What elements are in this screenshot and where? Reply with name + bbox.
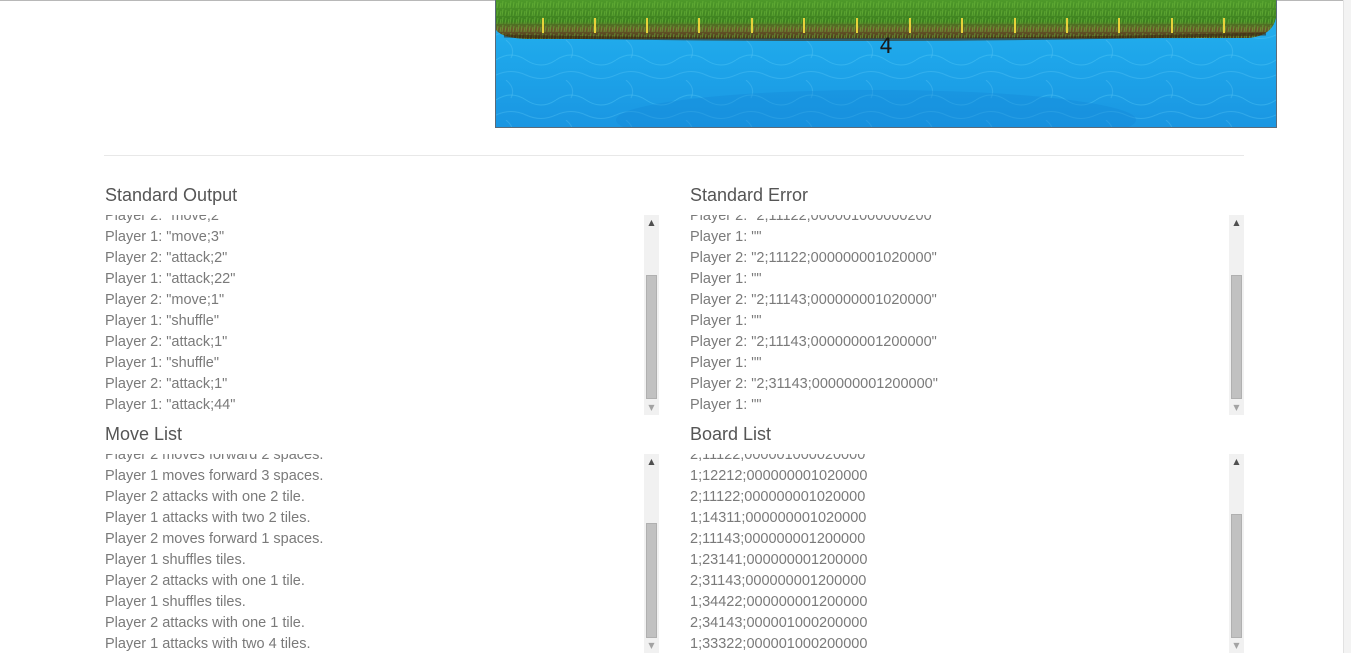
scroll-down-icon[interactable]: ▼ <box>1229 400 1244 415</box>
board-list-lines: 2;11122;000001000020000 1;12212;00000000… <box>690 454 867 653</box>
scroll-up-icon[interactable]: ▲ <box>644 215 659 230</box>
log-line: Player 1: "" <box>690 355 762 371</box>
list-item: Player 2 moves forward 2 spaces. <box>105 454 324 463</box>
standard-output-lines: Player 2: "move;2" Player 1: "move;3" Pl… <box>105 215 235 415</box>
board-list-panel: Board List 2;11122;000001000020000 1;122… <box>690 424 1245 653</box>
board-list-title: Board List <box>690 424 772 444</box>
log-line: Player 1: "" <box>690 397 762 413</box>
log-line: Player 1: "" <box>690 229 762 245</box>
log-line: Player 1: "shuffle" <box>105 355 220 371</box>
list-item: 2;11122;000001000020000 <box>690 454 866 463</box>
move-list-title: Move List <box>105 424 183 444</box>
list-item: Player 1 shuffles tiles. <box>105 552 246 568</box>
standard-error-scrollbar[interactable]: ▲ ▼ <box>1229 215 1244 415</box>
list-item: 2;34143;000001000200000 <box>690 615 868 631</box>
log-line: Player 1: "" <box>690 313 762 329</box>
move-list-log[interactable]: Player 2 moves forward 2 spaces. Player … <box>105 454 640 653</box>
log-line: Player 2: "2;31143;000000001200000" <box>690 376 938 392</box>
list-item: 1;33322;000001000200000 <box>690 636 868 652</box>
water-texture <box>496 0 1276 127</box>
standard-output-title: Standard Output <box>105 185 238 205</box>
log-line: Player 1: "" <box>690 271 762 287</box>
scroll-up-icon[interactable]: ▲ <box>1229 215 1244 230</box>
move-list-scrollbar[interactable]: ▲ ▼ <box>644 454 659 653</box>
scroll-thumb[interactable] <box>1231 514 1242 638</box>
page-scrollbar[interactable] <box>1343 0 1351 653</box>
log-line: Player 2: "move;2" <box>105 215 225 224</box>
log-line: Player 2: "2;11122;000001000000200" <box>690 215 937 224</box>
log-line: Player 1: "shuffle" <box>105 313 220 329</box>
move-list-panel: Move List Player 2 moves forward 2 space… <box>105 424 660 653</box>
list-item: 1;12212;000000001020000 <box>690 468 868 484</box>
scroll-up-icon[interactable]: ▲ <box>1229 454 1244 469</box>
standard-error-title: Standard Error <box>690 185 809 205</box>
standard-output-log[interactable]: Player 2: "move;2" Player 1: "move;3" Pl… <box>105 215 660 415</box>
replay-viewer-page: 4 Standard Output Player 2: "move;2" Pla… <box>0 0 1351 653</box>
list-item: Player 1 moves forward 3 spaces. <box>105 468 324 484</box>
list-item: 1;14311;000000001020000 <box>690 510 867 526</box>
scroll-down-icon[interactable]: ▼ <box>1229 638 1244 653</box>
log-line: Player 2: "2;11143;000000001020000" <box>690 292 937 308</box>
list-item: 2;11143;000000001200000 <box>690 531 866 547</box>
log-line: Player 1: "attack;44" <box>105 397 236 413</box>
game-board: 4 <box>495 0 1277 128</box>
scroll-up-icon[interactable]: ▲ <box>644 454 659 469</box>
list-item: Player 2 attacks with one 2 tile. <box>105 489 305 505</box>
standard-output-panel: Standard Output Player 2: "move;2" Playe… <box>105 185 660 415</box>
standard-error-lines: Player 2: "2;11122;000001000000200" Play… <box>690 215 938 415</box>
list-item: Player 1 attacks with two 4 tiles. <box>105 636 311 652</box>
list-item: 1;34422;000000001200000 <box>690 594 868 610</box>
log-line: Player 2: "2;11143;000000001200000" <box>690 334 937 350</box>
list-item: Player 2 moves forward 1 spaces. <box>105 531 324 547</box>
standard-error-log[interactable]: Player 2: "2;11122;000001000000200" Play… <box>690 215 1225 415</box>
log-line: Player 2: "attack;1" <box>105 334 228 350</box>
standard-error-panel: Standard Error Player 2: "2;11122;000001… <box>690 185 1245 415</box>
section-divider <box>104 155 1244 156</box>
board-list-scrollbar[interactable]: ▲ ▼ <box>1229 454 1244 653</box>
list-item: Player 1 attacks with two 2 tiles. <box>105 510 311 526</box>
log-line: Player 2: "attack;2" <box>105 250 228 266</box>
list-item: 1;23141;000000001200000 <box>690 552 868 568</box>
list-item: 2;11122;000000001020000 <box>690 489 866 505</box>
list-item: 2;31143;000000001200000 <box>690 573 867 589</box>
log-line: Player 2: "attack;1" <box>105 376 228 392</box>
log-line: Player 1: "attack;22" <box>105 271 236 287</box>
log-line: Player 2: "move;1" <box>105 292 225 308</box>
log-line: Player 1: "move;3" <box>105 229 225 245</box>
list-item: Player 2 attacks with one 1 tile. <box>105 573 305 589</box>
log-line: Player 2: "2;11122;000000001020000" <box>690 250 937 266</box>
board-list-log[interactable]: 2;11122;000001000020000 1;12212;00000000… <box>690 454 1225 653</box>
list-item: Player 2 attacks with one 1 tile. <box>105 615 305 631</box>
scroll-thumb[interactable] <box>646 275 657 399</box>
move-list-lines: Player 2 moves forward 2 spaces. Player … <box>105 454 323 653</box>
board-position-label: 4 <box>879 34 893 58</box>
scroll-down-icon[interactable]: ▼ <box>644 400 659 415</box>
standard-output-scrollbar[interactable]: ▲ ▼ <box>644 215 659 415</box>
scroll-thumb[interactable] <box>1231 275 1242 399</box>
list-item: Player 1 shuffles tiles. <box>105 594 246 610</box>
scroll-thumb[interactable] <box>646 523 657 638</box>
scroll-down-icon[interactable]: ▼ <box>644 638 659 653</box>
